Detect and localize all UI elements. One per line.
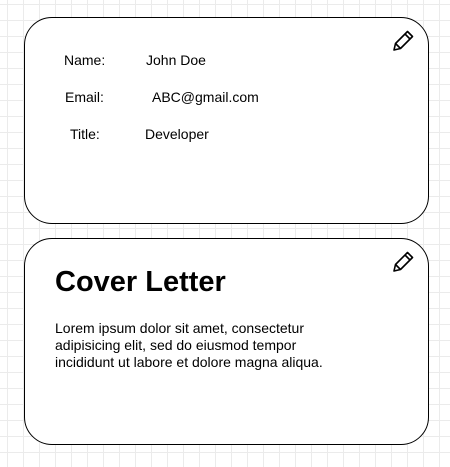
email-label: Email: bbox=[65, 89, 104, 105]
edit-profile-button[interactable] bbox=[390, 28, 416, 54]
name-value: John Doe bbox=[146, 52, 206, 68]
cover-letter-title: Cover Letter bbox=[55, 266, 226, 298]
cover-letter-body: Lorem ipsum dolor sit amet, consectetur … bbox=[55, 320, 323, 370]
pencil-icon bbox=[393, 251, 414, 272]
title-value: Developer bbox=[145, 126, 209, 142]
pencil-icon bbox=[393, 30, 414, 51]
name-label: Name: bbox=[64, 52, 106, 68]
cover-letter-card: Cover Letter Lorem ipsum dolor sit amet,… bbox=[24, 238, 429, 445]
edit-cover-letter-button[interactable] bbox=[390, 249, 416, 275]
profile-card: Name: John Doe Email: ABC@gmail.com Titl… bbox=[24, 17, 429, 224]
title-label: Title: bbox=[70, 126, 100, 142]
email-value: ABC@gmail.com bbox=[152, 89, 259, 105]
